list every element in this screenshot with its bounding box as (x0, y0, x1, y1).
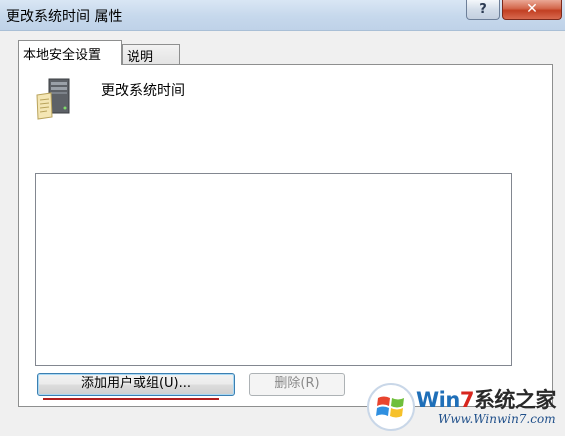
watermark-url: Www.Winwin7.com (438, 412, 556, 426)
server-icon (35, 77, 75, 125)
close-icon: ✕ (526, 1, 538, 17)
tab-panel: 更改系统时间 添加用户或组(U)... 删除(R) (18, 64, 553, 407)
policy-name: 更改系统时间 (101, 83, 185, 99)
tab-explain[interactable]: 说明 (122, 44, 180, 65)
remove-button[interactable]: 删除(R) (249, 373, 345, 396)
windows-logo-icon (366, 382, 416, 436)
tab-local-security-setting[interactable]: 本地安全设置 (18, 40, 122, 65)
help-icon: ? (479, 2, 487, 17)
close-button[interactable]: ✕ (502, 0, 562, 20)
watermark-brand-prefix: Win (416, 388, 460, 412)
add-user-or-group-button[interactable]: 添加用户或组(U)... (37, 373, 235, 396)
window-titlebar: 更改系统时间 属性 ? ✕ (0, 0, 565, 31)
watermark-brand: Win7系统之家 (416, 384, 556, 414)
watermark-brand-seven: 7 (459, 388, 475, 412)
window-title: 更改系统时间 属性 (6, 9, 123, 25)
help-button[interactable]: ? (466, 0, 500, 20)
watermark: Win7系统之家 Www.Winwin7.com (366, 382, 562, 432)
highlight-underline (43, 398, 219, 400)
members-list[interactable] (35, 173, 512, 366)
watermark-brand-suffix: 系统之家 (473, 388, 557, 412)
